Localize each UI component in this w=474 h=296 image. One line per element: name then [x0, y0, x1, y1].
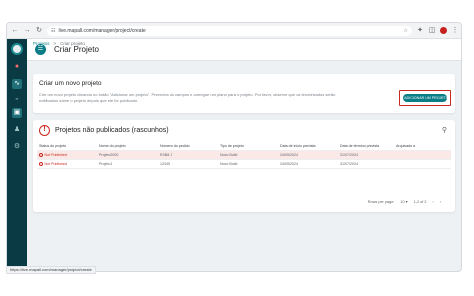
people-icon[interactable]: ♟ [12, 125, 22, 135]
project-type-cell: Novo Build [220, 153, 238, 157]
end-date-cell: 31/07/2024 [340, 153, 358, 157]
chevron-down-icon: ▾ [405, 200, 408, 204]
sidepanel-icon[interactable]: ◫ [428, 27, 436, 35]
unpublished-title: Projetos não publicados (rascunhos) [55, 127, 169, 134]
start-date-cell: 24/05/2024 [280, 162, 298, 166]
not-published-icon [39, 162, 43, 166]
back-icon[interactable]: ← [11, 27, 19, 35]
order-number-cell: 12345 [160, 162, 170, 166]
start-date-cell: 24/05/2024 [280, 153, 298, 157]
profile-avatar[interactable] [440, 27, 447, 34]
browser-status-bar: https://live.mapall.com/manager/project/… [6, 266, 96, 274]
page-range: 1-2 of 2 [413, 199, 427, 204]
url-text: live.mapall.com/manager/project/create [58, 27, 146, 34]
activity-icon[interactable]: ∿ [12, 79, 22, 89]
order-number-cell: ESB8-7 [160, 153, 173, 157]
table-pagination: Rows per page: 10 ▾ 1-2 of 2 ‹ › [367, 199, 441, 205]
app-logo[interactable] [11, 43, 23, 55]
nav-badge[interactable]: ▪▪ [16, 96, 19, 101]
rows-per-page-select[interactable]: 10 ▾ [400, 199, 407, 204]
previous-page-icon[interactable]: ‹ [432, 200, 433, 204]
breadcrumb: Projetos > Criar projeto [33, 41, 85, 46]
site-info-icon[interactable]: ☷ [51, 28, 55, 34]
status-text: Not Published [44, 162, 67, 166]
settings-gear-icon[interactable]: ⚙ [12, 142, 22, 152]
status-cell: Not Published [37, 153, 97, 157]
rows-per-page-label: Rows per page: [367, 199, 395, 204]
browser-menu-icon[interactable]: ⋮ [451, 27, 459, 35]
next-page-icon[interactable]: › [440, 200, 441, 204]
app-header: ☰ Criar Projeto [27, 39, 461, 61]
create-project-card: Criar um novo projeto Crie um novo proje… [33, 74, 455, 113]
unpublished-header: ! Projetos não publicados (rascunhos) [39, 125, 169, 136]
create-card-description: Crie um novo projeto clicando no botão "… [39, 92, 336, 103]
end-date-cell: 31/07/2024 [340, 162, 358, 166]
create-card-title: Criar um novo projeto [39, 80, 102, 87]
breadcrumb-current: Criar projeto [60, 41, 85, 46]
add-project-button[interactable]: + ADICIONAR UM PROJETO [401, 94, 449, 102]
project-name-cell: Projeto1 [99, 162, 113, 166]
browser-toolbar: ← → ↻ ☷ live.mapall.com/manager/project/… [7, 23, 461, 39]
table-header-row: Status do projeto Nome do projeto Número… [37, 142, 451, 151]
breadcrumb-projects-link[interactable]: Projetos [33, 41, 50, 46]
project-type-cell: Novo Build [220, 162, 238, 166]
search-icon[interactable]: ⚲ [442, 126, 447, 134]
project-name-cell: Projeto2000 [99, 153, 119, 157]
address-bar[interactable]: ☷ live.mapall.com/manager/project/create… [47, 25, 412, 36]
column-header[interactable]: Tipo de projeto [218, 144, 278, 148]
reload-icon[interactable]: ↻ [35, 27, 43, 35]
column-header[interactable]: Número do pedido [158, 144, 218, 148]
alert-circle-icon: ! [39, 125, 50, 136]
app-sidebar: ● ∿ ▪▪ ▣ ♟ ⚙ [7, 39, 27, 271]
table-row[interactable]: Not Published Projeto2000 ESB8-7 Novo Bu… [37, 151, 451, 160]
bookmark-star-icon[interactable]: ☆ [404, 28, 408, 34]
page-title: Criar Projeto [54, 45, 99, 54]
column-header[interactable]: Data de término prevista [338, 144, 394, 148]
alert-icon[interactable]: ● [12, 62, 22, 72]
unpublished-projects-card: ! Projetos não publicados (rascunhos) ⚲ … [33, 120, 455, 212]
column-header[interactable]: Data de início prevista [278, 144, 338, 148]
unpublished-table: Status do projeto Nome do projeto Número… [37, 142, 451, 169]
status-text: Not Published [44, 153, 67, 157]
table-row[interactable]: Not Published Projeto1 12345 Novo Build … [37, 160, 451, 169]
status-cell: Not Published [37, 162, 97, 166]
breadcrumb-separator: > [53, 41, 57, 46]
not-published-icon [39, 153, 43, 157]
column-header[interactable]: Status do projeto [37, 144, 97, 148]
rows-per-page-value: 10 [400, 200, 405, 204]
column-header[interactable]: Nome do projeto [97, 144, 158, 148]
extensions-icon[interactable]: ✦ [416, 27, 424, 35]
forward-icon[interactable]: → [23, 27, 31, 35]
column-header[interactable]: Arquivado a [394, 144, 451, 148]
projects-icon[interactable]: ▣ [12, 108, 22, 118]
